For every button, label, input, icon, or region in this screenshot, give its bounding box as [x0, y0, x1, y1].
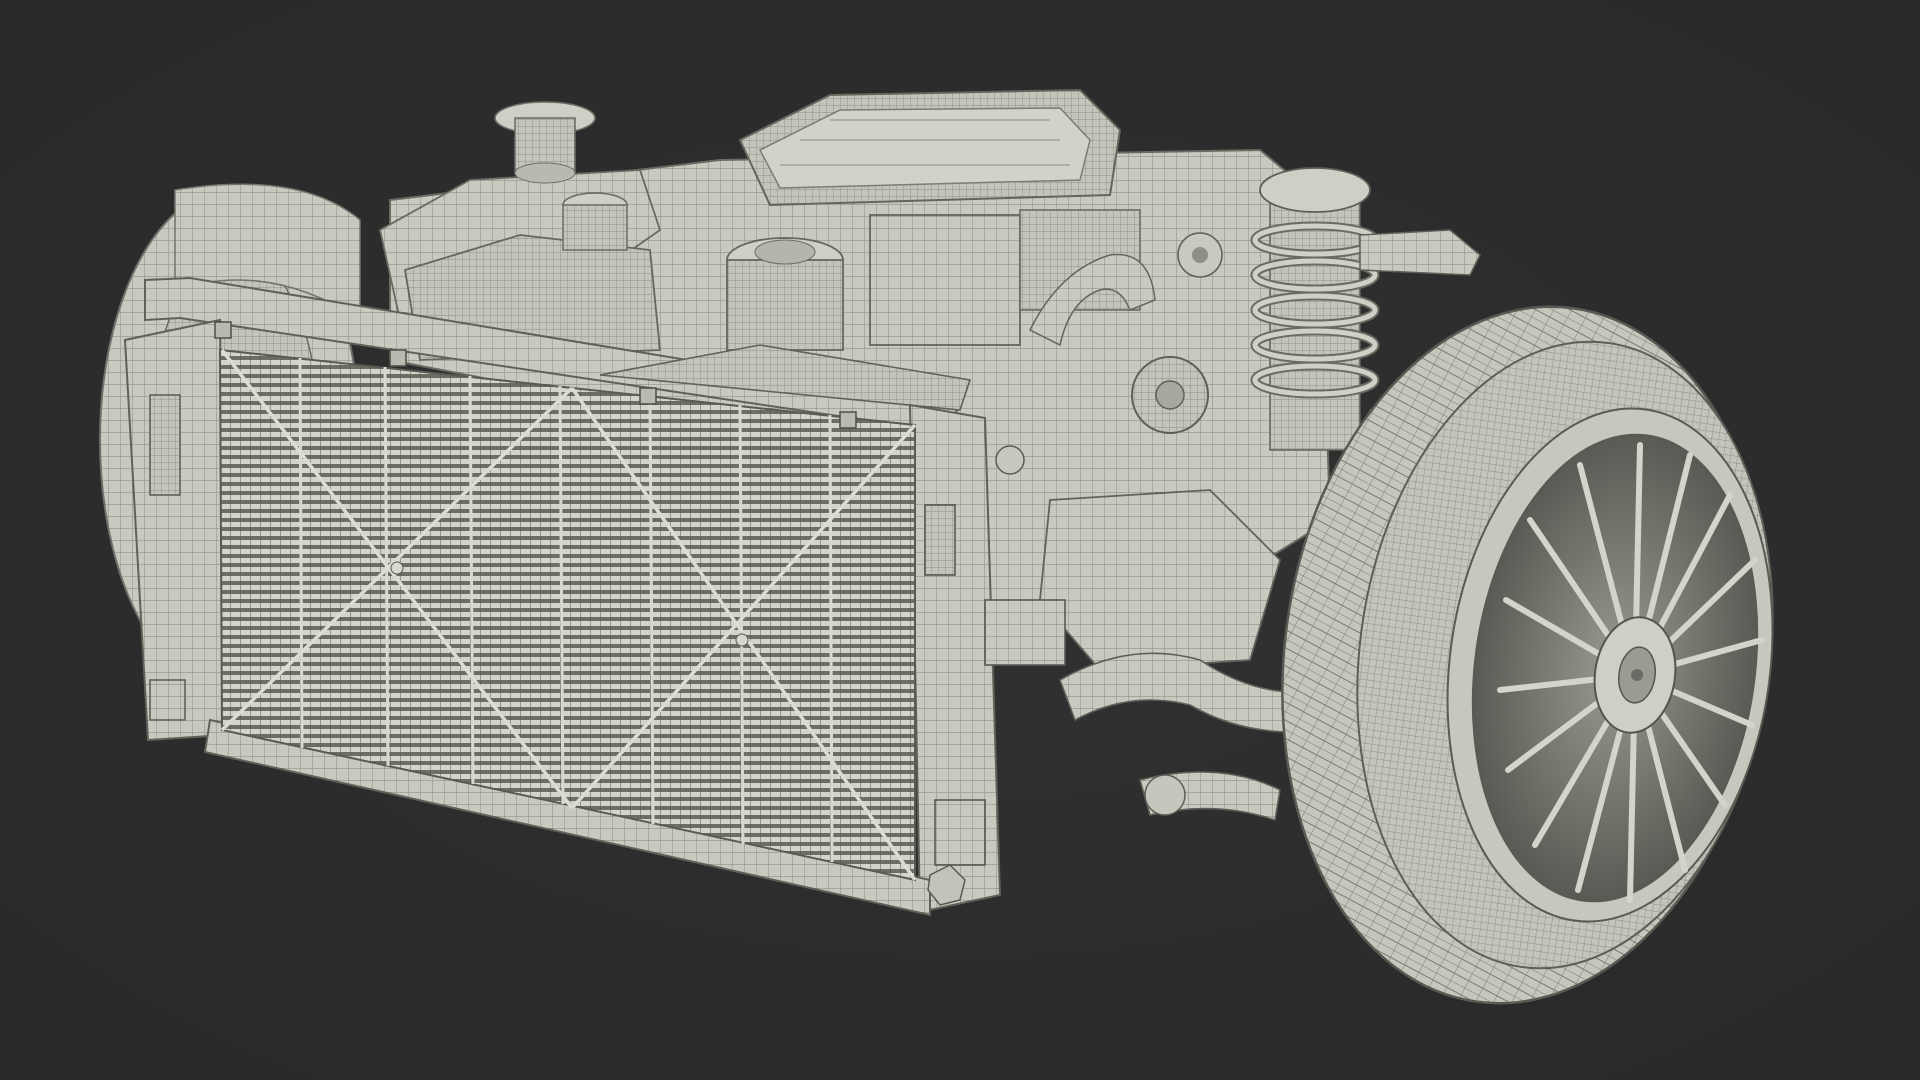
radiator-assembly [123, 276, 1066, 917]
render-viewport [0, 0, 1920, 1080]
wireframe-render [99, 88, 1774, 1005]
